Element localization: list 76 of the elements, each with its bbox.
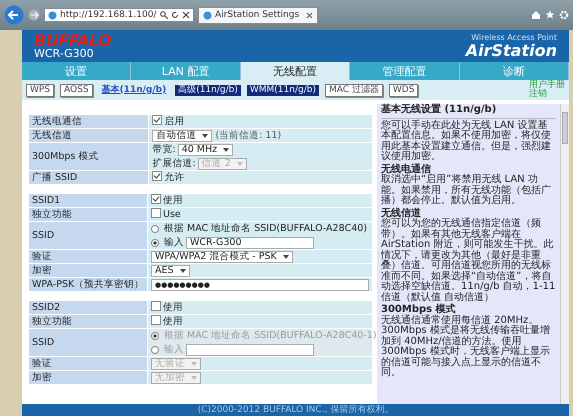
field-label: 独立功能 [29,208,147,221]
sub-nav-tab[interactable]: 基本(11n/g/b) [98,84,170,96]
dropdown[interactable]: AES [151,265,190,277]
field-label: SSID2 [29,301,147,314]
field-sublabel: 带宽: [152,143,176,156]
help-heading: 无线电通信 [381,164,431,174]
dropdown[interactable]: 自动信道 [152,130,212,142]
dropdown: 信道 2 [198,158,247,170]
sub-nav-tab[interactable]: AOSS [60,84,93,96]
help-heading: 无线信道 [381,208,421,218]
radio-label: 根据 MAC 地址命名 SSID(BUFFALO-A28C40-1) [164,329,377,342]
checkbox[interactable] [152,171,162,181]
checkbox-label: 使用 [163,195,183,206]
settings-icon[interactable] [559,10,569,20]
field-label: 加密 [29,264,147,277]
url-text: http://192.168.1.100/ [60,10,157,20]
checkbox[interactable] [151,208,161,218]
address-bar[interactable]: http://192.168.1.100/ [44,8,194,22]
help-text: 无线通信通常使用每信道 20MHz。300Mbps 模式是将无线传输吞吐量增加到 40MHz/信道的方法。使用 300Mbps 模式时，无线客户端上显示的信道可能与接入点上显示的信道不同。 [381,316,551,378]
text-input[interactable]: WCR-G300 [186,236,314,248]
radio-label: 根据 MAC 地址命名 SSID(BUFFALO-A28C40) [164,222,368,235]
dropdown[interactable]: WPA/WPA2 混合模式 - PSK [151,251,293,263]
checkbox[interactable] [152,115,162,125]
close-icon[interactable] [306,12,313,18]
help-title: 基本无线设置 (11n/g/b) [381,105,556,118]
checkbox[interactable] [151,194,161,204]
checkbox-label: 启用 [164,116,184,127]
field-label: 无线电通信 [29,115,148,128]
refresh-icon[interactable] [171,11,179,19]
field-label: 加密 [29,371,147,384]
checkbox[interactable] [151,315,161,325]
radio-button[interactable] [151,238,159,246]
field-label: SSID1 [29,194,147,207]
sub-nav-tab[interactable]: WDS [388,84,418,96]
checkbox[interactable] [151,301,161,311]
field-label: WPA-PSK（预共享密钥） [29,278,147,291]
radio-button[interactable] [151,224,159,232]
radio-label: 输入 [164,236,184,249]
tab-title: AirStation Settings [215,10,300,20]
field-label: 300Mbps 模式 [29,143,148,170]
checkbox-label: 使用 [163,302,183,313]
close-icon[interactable] [182,11,190,19]
field-label: 无线信道 [29,129,148,142]
sub-nav-tab[interactable]: WPS [26,84,54,96]
tagline: Wireless Access Point [470,33,557,42]
checkbox-label: 使用 [163,316,183,327]
radio-label: 输入 [164,343,184,356]
product-logo: AirStation [466,42,557,59]
channel-note: (当前信道: 11) [215,130,282,141]
help-text: 您可以为您的无线通信指定信道（频带）。如果有其他无线客户端在 AirStation 附近，则可能发生干扰。此情况下，请更改为其他（最好是非重叠）信道。可用信道视您所用的无线标准而不同。如果选择“自动信道”，将自动选择空缺信道。11n/g/b 自动，1-11 信道（默认值 自动信道） [381,219,556,303]
field-label: 广播 SSID [29,171,148,184]
back-icon[interactable] [4,5,24,25]
browser-tab[interactable]: AirStation Settings [198,6,318,24]
field-label: 验证 [29,250,147,263]
sub-nav-tab[interactable]: MAC 过滤器 [324,84,383,96]
checkbox-label: Use [163,209,181,220]
field-label: 验证 [29,357,147,370]
help-heading: 300Mbps 模式 [381,305,457,315]
field-label: 独立功能 [29,315,147,328]
sub-nav-tab[interactable]: 高级(11n/g/b) [175,84,241,96]
field-label: SSID [29,222,147,249]
sub-nav-tab[interactable]: WMM(11n/g/b) [246,84,319,96]
search-icon[interactable] [160,11,168,19]
help-text: 您可以手动在此处为无线 LAN 设置基本配置信息。如果不使用加密，将仅使用此基本设置建立通信。但是，强烈建议使用加密。 [381,120,552,162]
checkbox-label: 允许 [164,172,184,183]
nav-tab[interactable]: 无线配置 [240,62,350,80]
forward-icon[interactable] [28,9,40,21]
field-sublabel: 扩展信道: [152,157,196,170]
model-name: WCR-G300 [34,48,95,60]
home-icon[interactable] [531,10,541,20]
help-text: 取消选中“启用”将禁用无线 LAN 功能。如果禁用，所有无线功能（包括广播）都会停止。默认值为启用。 [381,175,552,206]
star-icon[interactable] [545,10,555,20]
field-label: SSID [29,329,147,356]
brand-logo: BUFFALO [34,32,112,48]
dropdown[interactable]: 40 MHz [178,144,234,156]
copyright-footer: (C)2000-2012 BUFFALO INC., 保留所有权利。 [22,404,569,416]
